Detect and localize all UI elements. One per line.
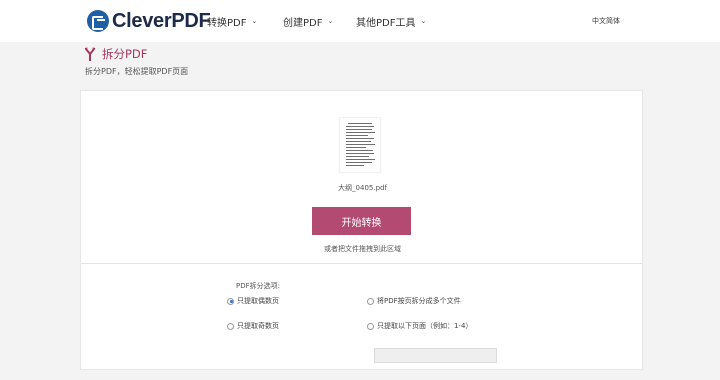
- page-title: 拆分PDF: [84, 46, 147, 62]
- page-range-input[interactable]: [374, 348, 497, 363]
- radio-split-each-page[interactable]: 将PDF按页拆分成多个文件: [367, 296, 461, 306]
- split-tool-card: 大纲_0405.pdf 开始转换 或者把文件拖拽到此区域 PDF拆分选项: 只提…: [80, 90, 643, 370]
- nav-other-pdf-tools[interactable]: 其他PDF工具 ⌄: [356, 0, 426, 42]
- radio-odd-pages[interactable]: 只提取奇数页: [227, 321, 279, 331]
- radio-button[interactable]: [227, 322, 234, 330]
- split-options-label: PDF拆分选项:: [236, 282, 280, 290]
- nav-other-pdf-tools-label: 其他PDF工具: [356, 17, 416, 29]
- page-subtitle: 拆分PDF，轻松提取PDF页面: [85, 67, 189, 76]
- page-title-text: 拆分PDF: [102, 47, 148, 61]
- split-icon: [84, 47, 96, 61]
- logo-text: CleverPDF: [112, 9, 211, 32]
- radio-split-each-page-label: 将PDF按页拆分成多个文件: [377, 297, 461, 305]
- radio-even-pages-label: 只提取偶数页: [237, 297, 279, 305]
- cleverpdf-logo-icon: [87, 10, 109, 32]
- radio-button[interactable]: [367, 322, 374, 330]
- chevron-down-icon: ⌄: [251, 17, 258, 25]
- nav-create-pdf-label: 创建PDF: [283, 17, 323, 29]
- nav-convert-pdf-label: 转换PDF: [207, 17, 247, 29]
- top-navigation-bar: CleverPDF 转换PDF ⌄ 创建PDF ⌄ 其他PDF工具 ⌄ 中文简体: [0, 0, 720, 42]
- start-convert-button[interactable]: 开始转换: [312, 207, 411, 235]
- radio-button[interactable]: [367, 297, 374, 305]
- cleverpdf-logo[interactable]: CleverPDF: [87, 9, 211, 33]
- radio-page-range-label: 只提取以下页面（例如：1-4）: [377, 322, 473, 330]
- divider: [81, 263, 642, 264]
- radio-odd-pages-label: 只提取奇数页: [237, 322, 279, 330]
- nav-convert-pdf[interactable]: 转换PDF ⌄: [207, 0, 257, 42]
- chevron-down-icon: ⌄: [420, 17, 427, 25]
- radio-even-pages[interactable]: 只提取偶数页: [227, 296, 279, 306]
- chevron-down-icon: ⌄: [327, 17, 334, 25]
- uploaded-filename: 大纲_0405.pdf: [338, 184, 387, 192]
- nav-create-pdf[interactable]: 创建PDF ⌄: [283, 0, 333, 42]
- pdf-thumbnail: [339, 117, 381, 173]
- language-selector[interactable]: 中文简体: [592, 0, 620, 42]
- radio-button-selected[interactable]: [227, 297, 234, 305]
- radio-page-range[interactable]: 只提取以下页面（例如：1-4）: [367, 321, 472, 331]
- drop-zone-hint: 或者把文件拖拽到此区域: [324, 245, 401, 253]
